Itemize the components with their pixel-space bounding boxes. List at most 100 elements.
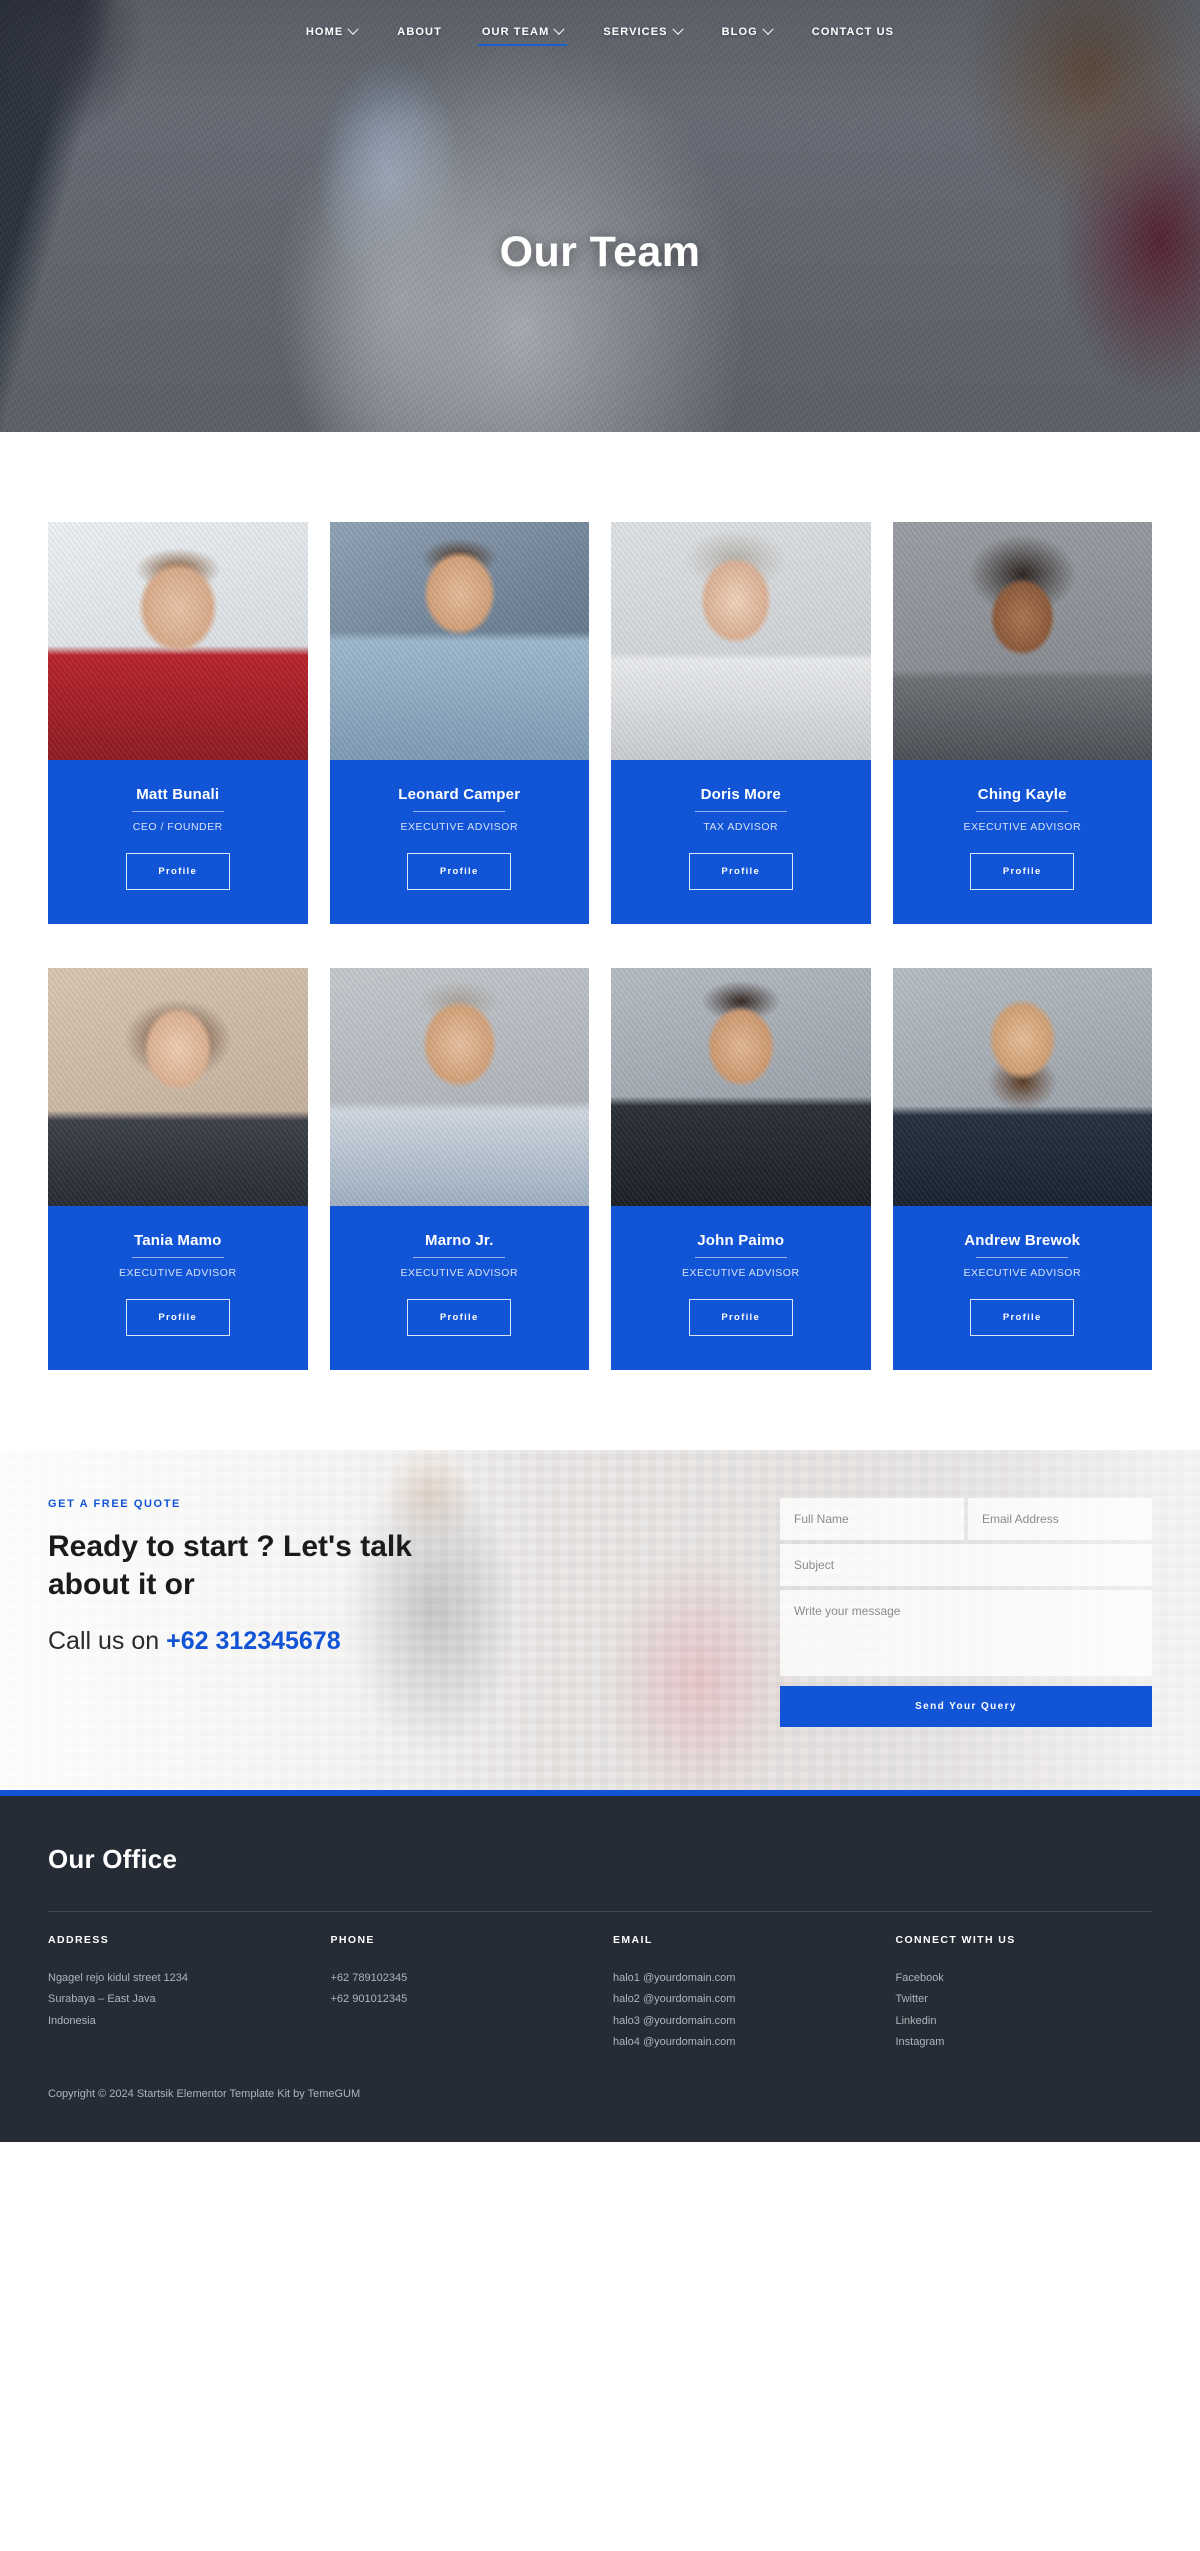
team-member-info: Doris More TAX ADVISOR Profile (611, 760, 871, 924)
footer-column-heading: CONNECT WITH US (895, 1934, 1016, 1946)
nav-item-our-team[interactable]: OUR TEAM (462, 0, 583, 64)
hero-banner: HOME ABOUT OUR TEAM SERVICES BLOG CONTACT US … (0, 0, 1200, 432)
cta-text-block: GET A FREE QUOTE Ready to start ? Let's … (48, 1498, 608, 1656)
footer-column: PHONE +62 789102345 +62 901012345 (331, 1934, 588, 2054)
team-member-role: TAX ADVISOR (703, 821, 779, 833)
subject-input[interactable] (780, 1544, 1152, 1586)
chevron-down-icon (671, 23, 684, 35)
contact-form: Send Your Query (780, 1498, 1152, 1727)
divider (413, 811, 506, 812)
team-member-role: EXECUTIVE ADVISOR (963, 821, 1082, 833)
footer-column: ADDRESS Ngagel rejo kidul street 1234 Sura… (48, 1934, 305, 2054)
footer-link: Ngagel rejo kidul street 1234 (48, 1972, 189, 1984)
team-member-card: John Paimo EXECUTIVE ADVISOR Profile (611, 968, 871, 1370)
team-member-info: Ching Kayle EXECUTIVE ADVISOR Profile (892, 760, 1152, 924)
footer-link: Indonesia (48, 2014, 96, 2027)
team-member-role: EXECUTIVE ADVISOR (118, 1267, 237, 1279)
footer-columns: ADDRESS Ngagel rejo kidul street 1234 Sura… (48, 1911, 1152, 2054)
team-member-name: Ching Kayle (977, 786, 1067, 803)
team-member-photo (329, 968, 589, 1206)
footer-link: Surabaya – East Java (48, 1993, 156, 2006)
profile-button[interactable]: Profile (970, 853, 1075, 890)
team-member-photo (329, 522, 589, 760)
profile-button[interactable]: Profile (407, 1299, 512, 1336)
divider (413, 1257, 506, 1258)
chevron-down-icon (553, 23, 566, 35)
footer-link[interactable]: halo1 @yourdomain.com (613, 1968, 870, 1989)
main-navigation: HOME ABOUT OUR TEAM SERVICES BLOG CONTACT US (0, 0, 1200, 64)
nav-item-label: BLOG (721, 26, 758, 38)
profile-button[interactable]: Profile (688, 853, 793, 890)
footer-column: EMAIL halo1 @yourdomain.com halo2 @yourdom… (613, 1934, 870, 2054)
footer-link[interactable]: halo3 @yourdomain.com (613, 2011, 870, 2032)
nav-item-about[interactable]: ABOUT (377, 0, 462, 64)
email-address-input[interactable] (968, 1498, 1152, 1540)
cta-call-prefix: Call us on (48, 1626, 167, 1655)
team-member-role: EXECUTIVE ADVISOR (400, 1267, 519, 1279)
nav-item-label: SERVICES (603, 26, 668, 38)
chevron-down-icon (762, 23, 774, 35)
footer-link[interactable]: Facebook (896, 1968, 1153, 1989)
team-member-info: Leonard Camper EXECUTIVE ADVISOR Profile (329, 760, 589, 924)
cta-phone-number[interactable]: +62 312345678 (166, 1627, 341, 1655)
footer-column-heading: ADDRESS (48, 1934, 110, 1946)
footer-link[interactable]: Linkedin (896, 2011, 1153, 2032)
nav-item-label: OUR TEAM (481, 26, 550, 38)
nav-item-label: CONTACT US (811, 26, 895, 38)
nav-item-label: HOME (305, 26, 344, 38)
send-query-button[interactable]: Send Your Query (780, 1686, 1152, 1727)
divider (694, 811, 787, 812)
team-member-card: Matt Bunali CEO / FOUNDER Profile (48, 522, 308, 924)
team-member-card: Leonard Camper EXECUTIVE ADVISOR Profile (329, 522, 589, 924)
divider (976, 811, 1069, 812)
team-member-card: Ching Kayle EXECUTIVE ADVISOR Profile (892, 522, 1152, 924)
profile-button[interactable]: Profile (688, 1299, 793, 1336)
page-title: Our Team (499, 228, 701, 276)
team-member-photo (892, 968, 1152, 1206)
team-member-info: Marno Jr. EXECUTIVE ADVISOR Profile (329, 1206, 589, 1370)
profile-button[interactable]: Profile (407, 853, 512, 890)
team-member-info: Andrew Brewok EXECUTIVE ADVISOR Profile (892, 1206, 1152, 1370)
team-member-photo (892, 522, 1152, 760)
nav-item-blog[interactable]: BLOG (702, 0, 792, 64)
message-textarea[interactable] (780, 1590, 1152, 1676)
footer-link[interactable]: Instagram (896, 2032, 1153, 2053)
nav-item-home[interactable]: HOME (286, 0, 377, 64)
team-member-role: EXECUTIVE ADVISOR (681, 1267, 800, 1279)
footer-column-heading: EMAIL (613, 1934, 653, 1946)
chevron-down-icon (347, 23, 359, 35)
profile-button[interactable]: Profile (125, 853, 230, 890)
team-member-name: Doris More (700, 786, 781, 803)
profile-button[interactable]: Profile (125, 1299, 230, 1336)
team-member-card: Marno Jr. EXECUTIVE ADVISOR Profile (329, 968, 589, 1370)
team-member-info: Tania Mamo EXECUTIVE ADVISOR Profile (48, 1206, 308, 1370)
team-member-name: Tania Mamo (133, 1232, 222, 1249)
footer-column-heading: PHONE (330, 1934, 375, 1946)
team-member-card: Doris More TAX ADVISOR Profile (611, 522, 871, 924)
cta-section: GET A FREE QUOTE Ready to start ? Let's … (0, 1450, 1200, 1790)
team-member-card: Andrew Brewok EXECUTIVE ADVISOR Profile (892, 968, 1152, 1370)
team-member-role: CEO / FOUNDER (132, 821, 223, 833)
team-member-name: Andrew Brewok (964, 1232, 1081, 1249)
copyright-text: Copyright © 2024 Startsik Elementor Temp… (48, 2087, 361, 2100)
nav-item-contact-us[interactable]: CONTACT US (792, 0, 914, 64)
team-member-role: EXECUTIVE ADVISOR (963, 1267, 1082, 1279)
cta-call-line: Call us on +62 312345678 (48, 1627, 608, 1656)
profile-button[interactable]: Profile (970, 1299, 1075, 1336)
cta-heading: Ready to start ? Let's talk about it or (48, 1530, 412, 1602)
team-member-photo (48, 968, 308, 1206)
footer-link: +62 901012345 (330, 1993, 408, 2006)
team-member-photo (611, 968, 871, 1206)
team-grid: Matt Bunali CEO / FOUNDER Profile Leonard C… (48, 522, 1152, 1370)
footer-link[interactable]: halo4 @yourdomain.com (613, 2032, 870, 2053)
team-member-name: Matt Bunali (136, 786, 220, 803)
footer-link[interactable]: halo2 @yourdomain.com (613, 1989, 870, 2010)
team-member-name: John Paimo (697, 1232, 785, 1249)
nav-item-services[interactable]: SERVICES (583, 0, 701, 64)
full-name-input[interactable] (780, 1498, 964, 1540)
team-member-info: Matt Bunali CEO / FOUNDER Profile (48, 760, 308, 924)
divider (131, 811, 224, 812)
divider (976, 1257, 1069, 1258)
footer-link[interactable]: Twitter (896, 1989, 1153, 2010)
team-member-photo (48, 522, 308, 760)
